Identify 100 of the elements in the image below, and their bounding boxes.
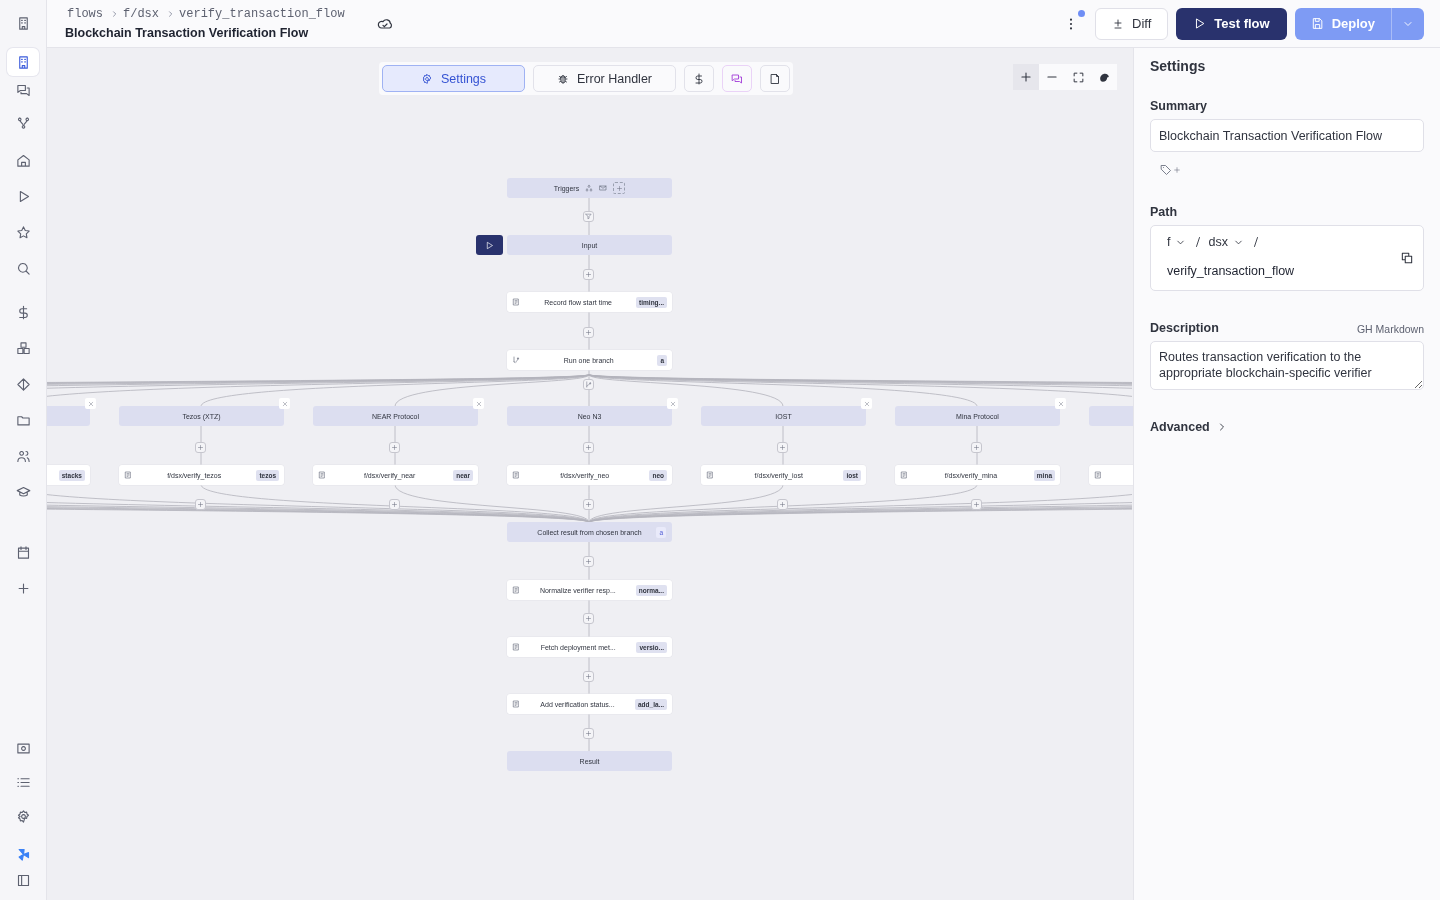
add-step-button[interactable] — [583, 728, 594, 739]
tag-icon — [1160, 164, 1172, 176]
add-step-button[interactable] — [583, 269, 594, 280]
chat-button[interactable] — [722, 65, 752, 92]
deploy-options-button[interactable] — [1391, 7, 1424, 40]
add-step-button[interactable] — [195, 442, 206, 453]
chevron-icon — [168, 10, 175, 18]
add-step-button[interactable] — [583, 327, 594, 338]
plus-icon — [1019, 70, 1033, 84]
plus-icon — [585, 558, 592, 565]
slash-icon — [1252, 236, 1259, 248]
script-icon — [512, 586, 520, 594]
add-step-button[interactable] — [195, 499, 206, 510]
dollar-button[interactable] — [684, 65, 714, 92]
mail-icon[interactable] — [599, 184, 608, 192]
settings-icon — [15, 808, 31, 824]
summary-label: Summary — [1150, 99, 1208, 113]
plus-icon — [585, 615, 592, 622]
close-icon — [475, 400, 482, 407]
add-step-button[interactable] — [777, 442, 788, 453]
breadcrumb-link[interactable]: verify_transaction_flow — [179, 7, 345, 21]
plus-icon — [585, 271, 592, 278]
chat-icon — [15, 82, 31, 98]
add-step-button[interactable] — [971, 442, 982, 453]
add-step-button[interactable] — [583, 442, 594, 453]
path-label: Path — [1150, 205, 1179, 219]
filter-icon — [585, 213, 592, 220]
plus-icon — [585, 501, 592, 508]
add-step-button[interactable] — [389, 499, 400, 510]
folder-select[interactable]: dsx — [1208, 235, 1228, 249]
copy-icon[interactable] — [1400, 251, 1414, 265]
file-button[interactable] — [760, 65, 790, 92]
home-icon — [15, 152, 31, 168]
settings-tab[interactable]: Settings — [382, 65, 525, 92]
add-step-button[interactable] — [777, 499, 788, 510]
remove-branch-button[interactable] — [279, 398, 290, 409]
close-icon — [669, 400, 676, 407]
plus-icon — [585, 730, 592, 737]
add-step-button[interactable] — [583, 499, 594, 510]
plus-icon — [779, 501, 786, 508]
nav-button[interactable] — [7, 48, 39, 76]
add-step-button[interactable] — [971, 499, 982, 510]
script-icon — [512, 700, 520, 708]
path-name[interactable]: verify_transaction_flow — [1167, 264, 1407, 278]
script-icon — [900, 471, 908, 479]
add-branch-button[interactable] — [583, 379, 594, 390]
breadcrumb-link[interactable]: flows — [67, 7, 103, 21]
flow-title: Blockchain Transaction Verification Flow — [65, 26, 310, 40]
plus-icon — [197, 501, 204, 508]
settings-icon — [420, 72, 433, 85]
close-icon — [863, 400, 870, 407]
diff-button[interactable]: Diff — [1095, 7, 1169, 40]
add-step-button[interactable] — [583, 613, 594, 624]
run-button[interactable] — [476, 235, 503, 255]
remove-branch-button[interactable] — [1055, 398, 1066, 409]
logo-icon — [15, 846, 31, 862]
play-icon — [1193, 17, 1207, 30]
filter-button[interactable] — [583, 211, 594, 222]
owner-select[interactable]: f — [1167, 235, 1171, 249]
script-icon — [706, 471, 714, 479]
add-step-button[interactable] — [583, 556, 594, 567]
slash-icon — [1195, 236, 1202, 248]
remove-branch-button[interactable] — [667, 398, 678, 409]
plus-minus-icon — [1112, 17, 1124, 30]
remove-branch-button[interactable] — [85, 398, 96, 409]
advanced-toggle[interactable]: Advanced — [1150, 420, 1210, 434]
plus-icon — [197, 444, 204, 451]
branch-icon — [585, 381, 592, 388]
plus-icon — [15, 580, 31, 596]
remove-branch-button[interactable] — [861, 398, 872, 409]
summary-field[interactable]: Blockchain Transaction Verification Flow — [1150, 119, 1424, 152]
script-icon — [1094, 471, 1102, 479]
chevron-icon — [112, 10, 118, 18]
branch-icon — [512, 356, 520, 364]
remove-branch-button[interactable] — [473, 398, 484, 409]
notification-dot — [1078, 10, 1085, 17]
plus-icon — [585, 673, 592, 680]
plus-icon — [779, 444, 786, 451]
chat-icon — [731, 72, 743, 85]
breadcrumb-link[interactable]: f/dsx — [123, 7, 160, 21]
script-icon — [512, 643, 520, 651]
test-flow-button[interactable]: Test flow — [1176, 7, 1287, 40]
save-icon — [1310, 17, 1324, 30]
search-icon — [15, 260, 31, 276]
script-icon — [512, 298, 520, 306]
calendar-icon — [15, 544, 31, 560]
more-icon — [1068, 16, 1074, 31]
add-step-button[interactable] — [583, 671, 594, 682]
plus-icon — [585, 329, 592, 336]
file-icon — [769, 72, 781, 85]
zoom-in-button[interactable] — [1013, 64, 1039, 90]
fullscreen-icon — [1071, 70, 1085, 84]
plus-icon — [1173, 166, 1181, 174]
webhook-icon[interactable] — [585, 184, 594, 192]
close-icon — [281, 400, 288, 407]
add-step-button[interactable] — [389, 442, 400, 453]
description-field[interactable]: Routes transaction verification to the appropriate blockchain-specific verifier — [1150, 341, 1424, 390]
add-trigger-button[interactable] — [613, 182, 626, 194]
error-handler-tab[interactable]: Error Handler — [533, 65, 676, 92]
close-icon — [1057, 400, 1064, 407]
